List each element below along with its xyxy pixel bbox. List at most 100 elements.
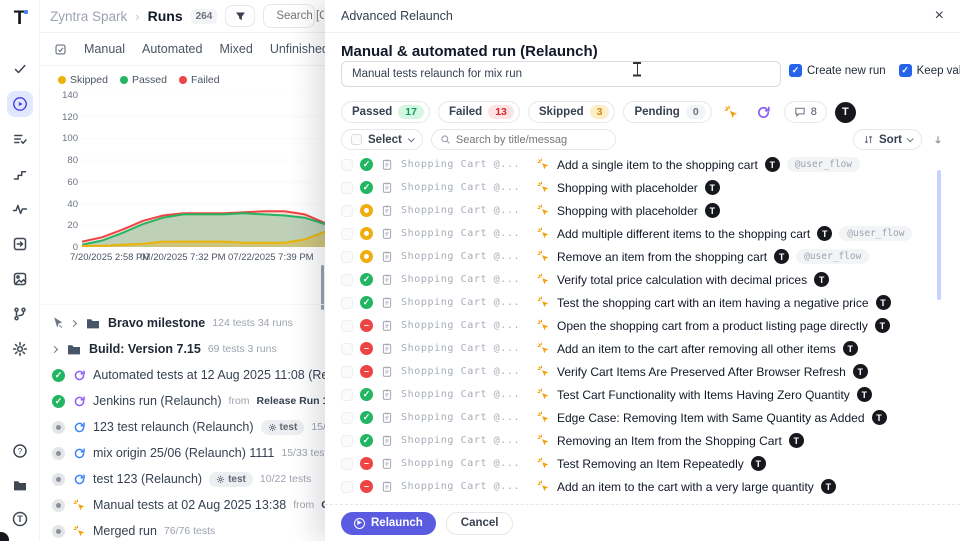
test-checkbox[interactable] — [341, 182, 353, 194]
runs-search-input[interactable] — [276, 10, 324, 22]
test-title[interactable]: Shopping with placeholder — [557, 181, 698, 195]
run-row[interactable]: ✓Automated tests at 12 Aug 2025 11:08 (R… — [40, 362, 325, 388]
sidebar-item-plans[interactable] — [7, 126, 33, 152]
cancel-button[interactable]: Cancel — [446, 512, 514, 535]
test-checkbox[interactable] — [341, 389, 353, 401]
test-row[interactable]: –Shopping Cart @...Add an item to the ca… — [325, 475, 945, 498]
checkbox-checked-icon[interactable]: ✓ — [789, 64, 802, 77]
test-title[interactable]: Add an item to the cart with a very larg… — [557, 480, 814, 494]
filter-chip-pending[interactable]: Pending0 — [623, 101, 711, 123]
test-row[interactable]: Shopping Cart @...Add multiple different… — [325, 222, 945, 245]
test-row[interactable]: Shopping Cart @...Shopping with placehol… — [325, 199, 945, 222]
sidebar-item-help[interactable]: ? — [8, 439, 32, 463]
test-checkbox[interactable] — [341, 297, 353, 309]
run-row[interactable]: test 123 (Relaunch)test10/22 tests — [40, 466, 325, 492]
test-title[interactable]: Verify Cart Items Are Preserved After Br… — [557, 365, 846, 379]
tests-scrollbar[interactable] — [937, 170, 941, 300]
test-checkbox[interactable] — [341, 343, 353, 355]
test-checkbox[interactable] — [341, 366, 353, 378]
test-checkbox[interactable] — [341, 274, 353, 286]
test-checkbox[interactable] — [341, 435, 353, 447]
test-checkbox[interactable] — [341, 251, 353, 263]
test-row[interactable]: –Shopping Cart @...Verify Cart Items Are… — [325, 360, 945, 383]
app-logo[interactable]: T — [14, 8, 26, 30]
assignee-avatar[interactable]: T — [835, 102, 856, 123]
test-checkbox[interactable] — [341, 228, 353, 240]
test-title[interactable]: Add a single item to the shopping cart — [557, 158, 758, 172]
sidebar-item-reports[interactable] — [7, 266, 33, 292]
run-row[interactable]: ✓Jenkins run (Relaunch)fromRelease Run 1… — [40, 388, 325, 414]
test-title[interactable]: Edge Case: Removing Item with Same Quant… — [557, 411, 865, 425]
test-title[interactable]: Verify total price calculation with deci… — [557, 273, 807, 287]
test-row[interactable]: ✓Shopping Cart @...Test Cart Functionali… — [325, 383, 945, 406]
tab-mixed[interactable]: Mixed — [219, 42, 252, 56]
test-row[interactable]: ✓Shopping Cart @...Edge Case: Removing I… — [325, 406, 945, 429]
runs-summary-icon[interactable] — [54, 43, 67, 56]
runs-search[interactable]: × — [263, 4, 315, 28]
test-title[interactable]: Add multiple different items to the shop… — [557, 227, 810, 241]
sidebar-item-runs[interactable] — [7, 91, 33, 117]
filter-button[interactable] — [225, 5, 255, 27]
tab-automated[interactable]: Automated — [142, 42, 202, 56]
filter-chip-failed[interactable]: Failed13 — [438, 101, 520, 123]
test-checkbox[interactable] — [341, 412, 353, 424]
filter-chip-passed[interactable]: Passed17 — [341, 101, 430, 123]
run-row[interactable]: mix origin 25/06 (Relaunch) 111115/33 te… — [40, 440, 325, 466]
test-row[interactable]: Shopping Cart @...Remove an item from th… — [325, 245, 945, 268]
test-checkbox[interactable] — [341, 205, 353, 217]
run-group-row[interactable]: Build: Version 7.1569 tests 3 runs — [40, 336, 325, 362]
relaunch-button[interactable]: ▶ Relaunch — [341, 512, 436, 535]
run-row[interactable]: Merged run76/76 tests — [40, 518, 325, 541]
sidebar-item-tests[interactable] — [7, 56, 33, 82]
breadcrumb-page[interactable]: Runs — [148, 8, 183, 24]
sidebar-item-milestones[interactable] — [7, 161, 33, 187]
checkbox-keep-values[interactable]: ✓Keep values? — [899, 64, 960, 77]
tests-search[interactable] — [431, 129, 616, 150]
test-row[interactable]: ✓Shopping Cart @...Add a single item to … — [325, 153, 945, 176]
sort-dropdown[interactable]: Sort — [853, 129, 922, 150]
manual-filter-button[interactable] — [720, 101, 744, 123]
sidebar-item-branches[interactable] — [7, 301, 33, 327]
test-checkbox[interactable] — [341, 320, 353, 332]
sort-direction-button[interactable] — [932, 134, 944, 146]
automated-filter-button[interactable] — [752, 101, 776, 123]
sidebar-item-projects[interactable] — [8, 473, 32, 497]
sidebar-item-profile[interactable]: T — [8, 507, 32, 531]
run-row[interactable]: 123 test relaunch (Relaunch)test15/23 te… — [40, 414, 325, 440]
select-dropdown[interactable]: Select — [341, 129, 423, 150]
test-title[interactable]: Remove an item from the shopping cart — [557, 250, 767, 264]
tab-manual[interactable]: Manual — [84, 42, 125, 56]
test-title[interactable]: Open the shopping cart from a product li… — [557, 319, 868, 333]
test-title[interactable]: Test Cart Functionality with Items Havin… — [557, 388, 850, 402]
test-checkbox[interactable] — [341, 159, 353, 171]
test-checkbox[interactable] — [341, 481, 353, 493]
test-row[interactable]: ✓Shopping Cart @...Shopping with placeho… — [325, 176, 945, 199]
test-checkbox[interactable] — [341, 458, 353, 470]
comments-button[interactable]: 8 — [784, 101, 827, 123]
run-group-row[interactable]: Bravo milestone124 tests 34 runs — [40, 310, 325, 336]
test-title[interactable]: Removing an Item from the Shopping Cart — [557, 434, 782, 448]
tag-user-flow[interactable]: @user_flow — [796, 249, 869, 264]
test-row[interactable]: –Shopping Cart @...Open the shopping car… — [325, 314, 945, 337]
checkbox-create-new-run[interactable]: ✓Create new run — [789, 64, 886, 77]
test-title[interactable]: Shopping with placeholder — [557, 204, 698, 218]
test-row[interactable]: ✓Shopping Cart @...Test the shopping car… — [325, 291, 945, 314]
sidebar-item-analytics[interactable] — [7, 196, 33, 222]
run-row[interactable]: Manual tests at 02 Aug 2025 13:38fromCus… — [40, 492, 325, 518]
test-title[interactable]: Add an item to the cart after removing a… — [557, 342, 836, 356]
test-row[interactable]: ✓Shopping Cart @...Verify total price ca… — [325, 268, 945, 291]
tests-search-input[interactable] — [456, 134, 607, 146]
tag-user-flow[interactable]: @user_flow — [787, 157, 860, 172]
filter-chip-skipped[interactable]: Skipped3 — [528, 101, 616, 123]
run-name-input[interactable] — [341, 61, 781, 87]
test-row[interactable]: ✓Shopping Cart @...Removing an Item from… — [325, 429, 945, 452]
tab-unfinished[interactable]: Unfinished — [270, 42, 329, 56]
chevron-right-icon[interactable] — [70, 319, 77, 326]
test-title[interactable]: Test Removing an Item Repeatedly — [557, 457, 744, 471]
tag-user-flow[interactable]: @user_flow — [839, 226, 912, 241]
sidebar-item-imports[interactable] — [7, 231, 33, 257]
close-icon[interactable]: × — [935, 8, 944, 24]
test-title[interactable]: Test the shopping cart with an item havi… — [557, 296, 869, 310]
breadcrumb-project[interactable]: Zyntra Spark — [50, 9, 127, 24]
test-row[interactable]: –Shopping Cart @...Test Removing an Item… — [325, 452, 945, 475]
